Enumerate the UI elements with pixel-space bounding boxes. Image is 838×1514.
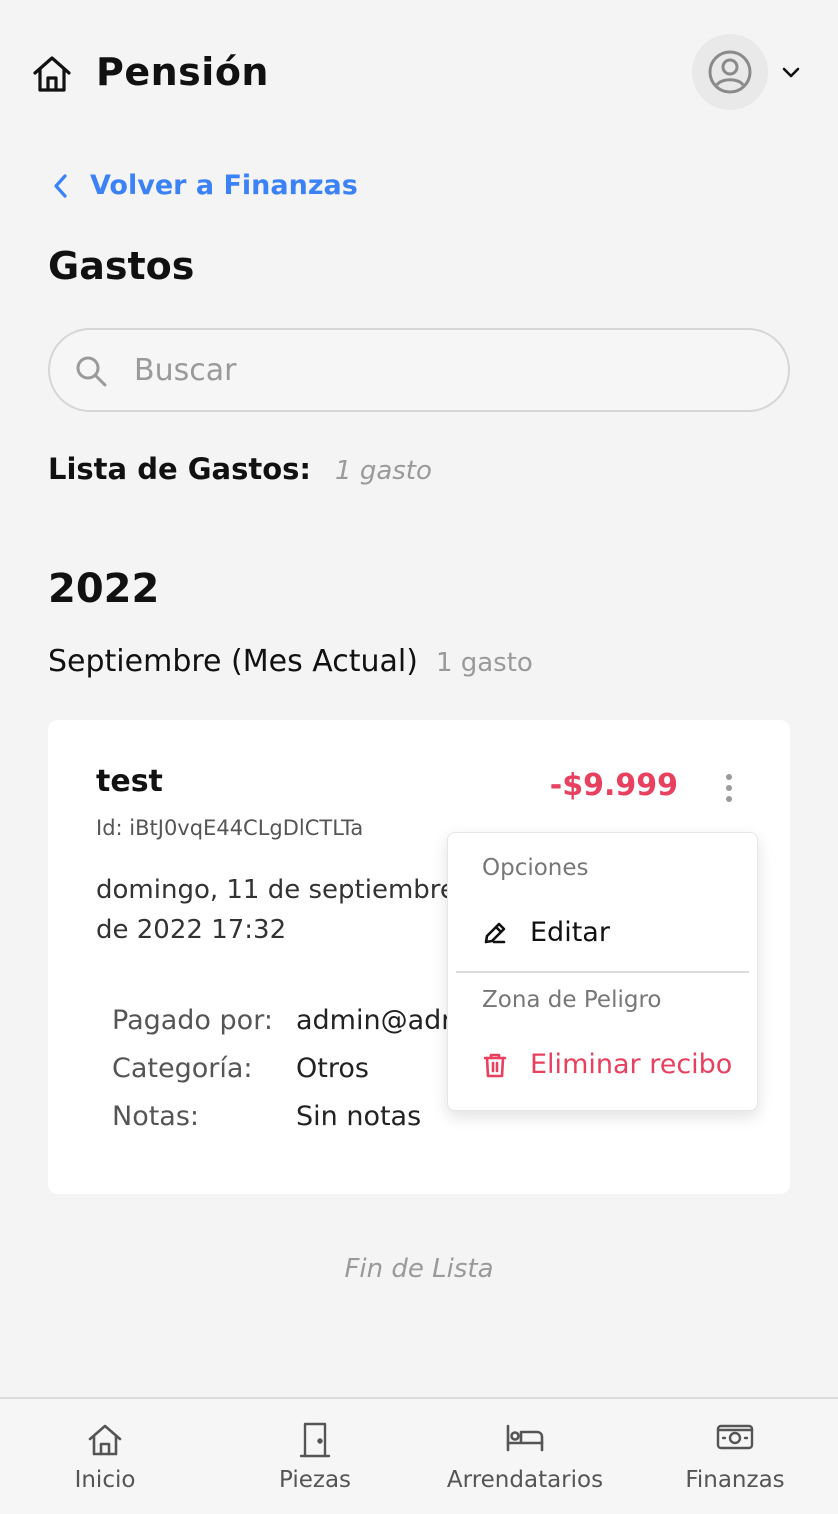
door-icon — [299, 1422, 331, 1458]
expense-date: domingo, 11 de septiembre de 2022 17:32 — [96, 875, 456, 945]
nav-label: Piezas — [278, 1467, 352, 1493]
cash-icon — [716, 1424, 754, 1450]
month-label: Septiembre (Mes Actual) — [48, 644, 418, 679]
month-heading: Septiembre (Mes Actual) 1 gasto — [48, 644, 533, 679]
year-heading: 2022 — [48, 566, 160, 612]
chevron-down-icon[interactable] — [779, 60, 803, 84]
search-bar[interactable] — [48, 328, 790, 412]
detail-label: Pagado por: — [112, 1004, 273, 1036]
nav-item-arrendatarios[interactable]: Arrendatarios — [420, 1399, 630, 1514]
back-link-label: Volver a Finanzas — [90, 170, 358, 201]
nav-item-piezas[interactable]: Piezas — [210, 1399, 420, 1514]
list-heading: Lista de Gastos: 1 gasto — [48, 452, 432, 486]
nav-item-inicio[interactable]: Inicio — [0, 1399, 210, 1514]
list-heading-label: Lista de Gastos: — [48, 452, 312, 486]
home-icon[interactable] — [30, 52, 74, 96]
end-of-list: Fin de Lista — [344, 1254, 494, 1284]
delete-label: Eliminar recibo — [530, 1049, 733, 1080]
month-count: 1 gasto — [435, 648, 533, 678]
back-to-finances-link[interactable]: Volver a Finanzas — [50, 170, 358, 201]
options-menu: Opciones Editar Zona de Peligro Eliminar… — [447, 832, 758, 1111]
nav-label: Inicio — [74, 1467, 136, 1493]
bed-icon — [506, 1424, 544, 1452]
bottom-nav: Inicio Piezas Arrendatarios Finanzas — [0, 1397, 838, 1514]
detail-value: Otros — [296, 1052, 369, 1084]
page-title: Gastos — [48, 244, 195, 288]
app-title: Pensión — [96, 50, 269, 94]
edit-menu-item[interactable]: Editar — [482, 917, 610, 948]
detail-label: Categoría: — [112, 1052, 253, 1084]
detail-label: Notas: — [112, 1100, 200, 1132]
detail-value: admin@adr — [296, 1004, 453, 1036]
app-header: Pensión — [0, 0, 838, 150]
edit-label: Editar — [530, 917, 610, 948]
chevron-left-icon — [54, 173, 67, 198]
expense-id: Id: iBtJ0vqE44CLgDlCTLTa — [96, 816, 364, 840]
detail-row-category: Categoría: Otros — [112, 1044, 452, 1092]
search-input[interactable] — [134, 348, 754, 392]
home-icon — [88, 1424, 122, 1456]
nav-label: Finanzas — [685, 1467, 785, 1493]
trash-icon — [483, 1053, 507, 1077]
expense-amount: -$9.999 — [549, 768, 678, 803]
menu-section-danger: Zona de Peligro — [482, 987, 662, 1013]
user-menu-button[interactable] — [692, 34, 768, 110]
delete-menu-item[interactable]: Eliminar recibo — [482, 1049, 732, 1080]
search-icon — [76, 356, 107, 387]
user-circle-icon — [708, 50, 752, 94]
menu-divider — [456, 971, 749, 973]
detail-row-notes: Notas: Sin notas — [112, 1092, 452, 1140]
list-count: 1 gasto — [335, 456, 432, 486]
nav-item-finanzas[interactable]: Finanzas — [630, 1399, 838, 1514]
detail-value: Sin notas — [296, 1100, 422, 1132]
pencil-icon — [484, 922, 506, 943]
expense-name: test — [96, 764, 163, 799]
detail-row-paid-by: Pagado por: admin@adr — [112, 996, 452, 1044]
menu-section-options: Opciones — [482, 855, 589, 881]
more-options-icon[interactable] — [720, 772, 738, 804]
expense-details: Pagado por: admin@adr Categoría: Otros N… — [112, 996, 452, 1140]
nav-label: Arrendatarios — [446, 1467, 604, 1493]
